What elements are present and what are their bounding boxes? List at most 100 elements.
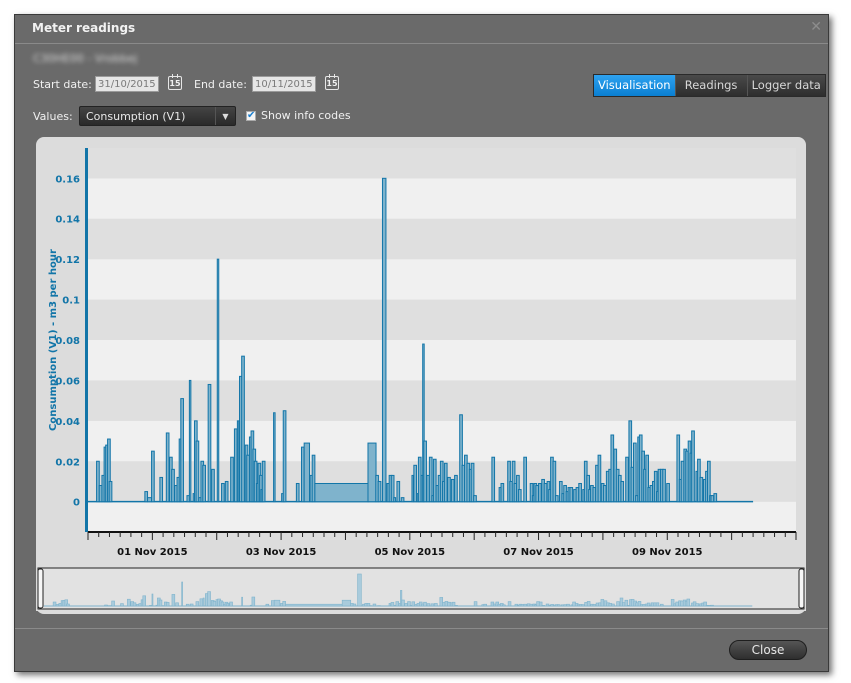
- bar: [171, 468, 175, 503]
- bar: [211, 468, 215, 503]
- bar: [500, 482, 505, 503]
- navigator-bar: [592, 604, 597, 607]
- end-date-label: End date:: [194, 78, 247, 91]
- bar: [443, 462, 448, 503]
- y-tick-label: 0.16: [55, 174, 80, 185]
- navigator-bar: [404, 603, 408, 607]
- bar: [450, 478, 455, 503]
- bar: [610, 434, 615, 503]
- navigator-bar: [675, 601, 679, 607]
- grid-band: [88, 501, 796, 532]
- bar: [538, 482, 542, 503]
- navigator-bar: [581, 604, 585, 607]
- navigator-bar: [390, 602, 395, 607]
- bar: [221, 482, 225, 503]
- navigator-bar: [212, 601, 217, 607]
- close-button[interactable]: Close: [729, 640, 807, 660]
- bar: [233, 428, 238, 503]
- navigator-bar: [423, 601, 427, 607]
- bar: [691, 430, 695, 503]
- chevron-down-icon: ▼: [215, 107, 235, 125]
- start-calendar-icon[interactable]: 15: [168, 74, 182, 90]
- navigator-bar: [181, 581, 183, 607]
- navigator-bar: [352, 603, 357, 607]
- bar: [396, 480, 401, 503]
- navigator-bar: [434, 603, 438, 607]
- bar: [367, 442, 377, 503]
- navigator-bar: [523, 603, 527, 607]
- end-calendar-icon[interactable]: 15: [325, 74, 339, 90]
- grid-band: [88, 340, 796, 381]
- values-label: Values:: [33, 110, 73, 123]
- navigator-bar: [395, 601, 400, 607]
- navigator-bar: [104, 604, 108, 607]
- bar: [447, 476, 451, 503]
- bar: [491, 456, 496, 503]
- navigator-bar: [207, 591, 211, 607]
- bar: [662, 468, 666, 503]
- bar: [241, 355, 245, 503]
- x-tick-label: 07 Nov 2015: [503, 547, 574, 558]
- start-date-field[interactable]: 31/10/2015: [95, 76, 159, 92]
- bar: [273, 412, 276, 503]
- navigator-bar: [271, 600, 275, 607]
- bar: [202, 464, 206, 503]
- bar: [554, 495, 559, 503]
- y-tick-label: 0.12: [55, 255, 80, 266]
- bar: [473, 495, 477, 503]
- navigator-bar: [229, 601, 233, 607]
- navigator-bar: [189, 603, 194, 607]
- navigator-bar: [502, 604, 506, 607]
- navigator-bar: [202, 597, 205, 607]
- bar: [282, 410, 287, 503]
- y-tick-label: 0.04: [55, 417, 80, 428]
- navigator-bar: [507, 601, 512, 607]
- navigator-bar: [195, 601, 200, 607]
- navigator-bar: [473, 601, 478, 607]
- values-select[interactable]: Consumption (V1) ▼: [79, 106, 236, 126]
- show-info-codes-checkbox[interactable]: ✔: [246, 111, 256, 121]
- navigator-bar: [388, 603, 391, 607]
- end-date-field[interactable]: 10/11/2015: [252, 76, 316, 92]
- values-selected-text: Consumption (V1): [86, 110, 186, 123]
- navigator-bar: [563, 604, 567, 607]
- navigator-left-handle[interactable]: [37, 568, 44, 609]
- navigator-bar: [158, 599, 163, 607]
- y-tick-label: 0.02: [55, 457, 80, 468]
- bar: [713, 493, 718, 503]
- navigator-bar: [660, 603, 664, 607]
- bar: [236, 420, 240, 503]
- navigator-bar: [426, 603, 431, 607]
- tab-logger-data[interactable]: Logger data: [746, 75, 825, 96]
- navigator-right-handle[interactable]: [798, 568, 805, 609]
- close-x-icon[interactable]: ✕: [810, 19, 822, 35]
- navigator-bar: [695, 603, 699, 607]
- x-tick-label: 01 Nov 2015: [117, 547, 188, 558]
- bar: [620, 480, 625, 503]
- navigator-bar: [529, 603, 533, 607]
- bar: [413, 464, 418, 503]
- navigator-bar: [120, 603, 124, 607]
- bar: [569, 487, 574, 503]
- bar: [303, 442, 311, 503]
- navigator-bar: [686, 598, 691, 607]
- bar: [295, 482, 300, 503]
- show-info-codes-label: Show info codes: [261, 109, 351, 122]
- x-tick-label: 09 Nov 2015: [632, 547, 703, 558]
- tab-readings[interactable]: Readings: [674, 75, 747, 96]
- navigator-bar: [165, 602, 170, 607]
- consumption-chart: 0 0.02 0.04 0.06 0.08 0.1 0.12 0.14 0.16 Consumpt…: [36, 148, 806, 611]
- x-tick-label: 05 Nov 2015: [375, 547, 446, 558]
- bar: [578, 482, 582, 503]
- bar: [428, 456, 433, 503]
- tab-visualisation[interactable]: Visualisation: [594, 75, 675, 96]
- navigator-bar: [241, 596, 243, 607]
- bar: [393, 497, 397, 503]
- navigator-bar: [401, 599, 405, 607]
- bar: [597, 454, 602, 503]
- grid-band: [88, 380, 796, 421]
- bar: [423, 440, 427, 503]
- grid-band: [88, 299, 796, 340]
- bar: [151, 450, 155, 503]
- bar: [632, 442, 637, 503]
